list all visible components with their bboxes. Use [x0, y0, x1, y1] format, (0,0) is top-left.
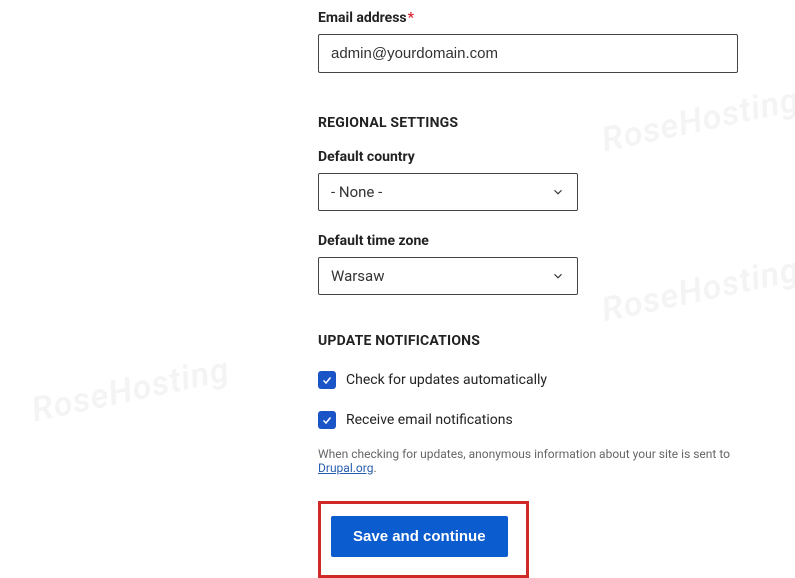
- regional-heading: REGIONAL SETTINGS: [318, 115, 735, 131]
- country-field-group: Default country - None -: [318, 149, 735, 211]
- save-continue-button[interactable]: Save and continue: [331, 516, 508, 557]
- submit-highlight: Save and continue: [318, 501, 529, 578]
- required-mark: *: [408, 10, 414, 26]
- helper-post: .: [373, 461, 376, 475]
- updates-helper: When checking for updates, anonymous inf…: [318, 447, 735, 475]
- email-label-text: Email address: [318, 10, 407, 26]
- email-notif-label: Receive email notifications: [346, 412, 513, 428]
- country-value: - None -: [331, 183, 382, 201]
- chevron-down-icon: [551, 269, 565, 283]
- check-auto-label: Check for updates automatically: [346, 372, 547, 388]
- config-form: Email address* REGIONAL SETTINGS Default…: [0, 0, 795, 578]
- email-input[interactable]: [318, 34, 738, 73]
- timezone-value: Warsaw: [331, 267, 384, 285]
- helper-pre: When checking for updates, anonymous inf…: [318, 447, 730, 461]
- timezone-field-group: Default time zone Warsaw: [318, 233, 735, 295]
- check-auto-row[interactable]: Check for updates automatically: [318, 371, 735, 389]
- timezone-label: Default time zone: [318, 233, 735, 249]
- country-select[interactable]: - None -: [318, 173, 578, 211]
- drupal-link[interactable]: Drupal.org: [318, 461, 373, 475]
- email-notif-checkbox[interactable]: [318, 411, 336, 429]
- updates-heading: UPDATE NOTIFICATIONS: [318, 333, 735, 349]
- email-field-group: Email address*: [318, 10, 735, 73]
- email-label: Email address*: [318, 10, 735, 26]
- country-label: Default country: [318, 149, 735, 165]
- check-auto-checkbox[interactable]: [318, 371, 336, 389]
- email-notif-row[interactable]: Receive email notifications: [318, 411, 735, 429]
- timezone-select[interactable]: Warsaw: [318, 257, 578, 295]
- chevron-down-icon: [551, 185, 565, 199]
